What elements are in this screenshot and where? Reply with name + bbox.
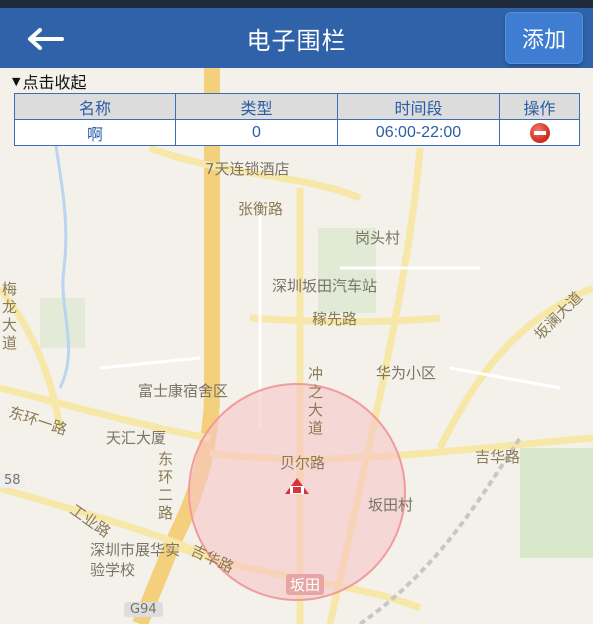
map-label-bantian: 坂田 [286,574,325,595]
map-label-chongzhi: 冲之大道 [308,365,324,437]
column-header-time: 时间段 [337,93,500,120]
map-label-gangtou: 岗头村 [355,229,401,247]
map-label-r58: 58 [0,473,25,488]
collapse-toggle-label: 点击收起 [22,73,87,92]
table-header-row: 名称 类型 时间段 操作 [14,93,580,120]
column-header-type: 类型 [175,93,338,120]
table-row[interactable]: 啊 0 06:00-22:00 [14,119,580,146]
back-arrow-icon [28,28,64,50]
map-label-g94: G94 [124,602,163,617]
fence-table: 名称 类型 时间段 操作 啊 0 06:00-22:00 [14,93,580,146]
cell-name: 啊 [14,119,176,146]
column-header-name: 名称 [14,93,176,120]
triangle-down-icon: ▼ [12,74,21,88]
back-button[interactable] [18,22,70,56]
add-button[interactable]: 添加 [505,12,583,64]
cell-time-range: 06:00-22:00 [337,119,500,146]
map-label-jixian-road: 稼先路 [312,310,358,328]
map-label-beier: 贝尔路 [280,454,326,472]
park-area [40,298,85,348]
cell-type: 0 [175,119,338,146]
map-label-zhangheng-road: 张衡路 [238,200,284,218]
map-label-tianhui: 天汇大厦 [106,429,167,447]
collapse-toggle[interactable]: ▼ 点击收起 [12,70,86,92]
map-label-bus-station: 深圳坂田汽车站 [272,277,378,295]
map-label-hotel: 7天连锁酒店 [205,160,290,178]
page-title: 电子围栏 [246,26,347,55]
map-label-fushikang: 富士康宿舍区 [138,382,229,400]
map-label-donghuan2: 东环二路 [158,450,174,522]
title-bar: 电子围栏 添加 [0,8,593,68]
cell-action [499,119,580,146]
map-label-school: 深圳市展华实验学校 [90,541,181,579]
column-header-action: 操作 [499,93,580,120]
park-area [520,448,593,558]
status-bar [0,0,593,8]
delete-icon[interactable] [529,122,550,143]
map-label-bantian-village: 坂田村 [368,496,414,514]
map-label-meilong: 梅龙大道 [2,280,18,352]
map-label-huawei: 华为小区 [376,364,437,382]
map-label-jihua: 吉华路 [475,448,521,466]
map-view[interactable] [0,68,593,624]
